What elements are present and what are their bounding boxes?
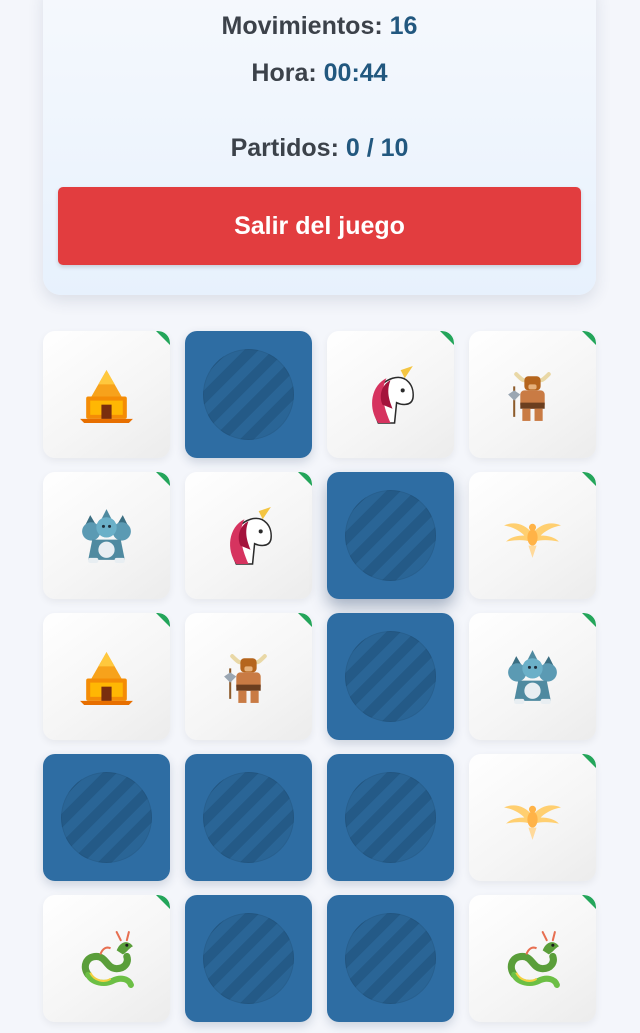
phoenix-icon: [504, 805, 561, 840]
revealed-card: [43, 472, 170, 599]
revealed-card: [327, 331, 454, 458]
sphinx-icon: [80, 370, 133, 423]
hidden-card[interactable]: [43, 754, 170, 881]
matched-marker: [582, 895, 596, 909]
matched-marker: [298, 472, 312, 486]
card-grid: [0, 0, 640, 1033]
card-back-icon: [61, 772, 152, 863]
revealed-card: [469, 331, 596, 458]
card-back-icon: [345, 772, 436, 863]
card-back-icon: [203, 772, 294, 863]
minotaur-icon: [508, 372, 551, 421]
hidden-card[interactable]: [327, 613, 454, 740]
hidden-card[interactable]: [327, 754, 454, 881]
matched-marker: [156, 613, 170, 627]
matched-marker: [156, 472, 170, 486]
revealed-card: [469, 895, 596, 1022]
sphinx-icon: [80, 652, 133, 705]
cerberus-icon: [82, 509, 131, 563]
matched-marker: [156, 331, 170, 345]
card-back-icon: [345, 490, 436, 581]
revealed-card: [43, 895, 170, 1022]
revealed-card: [185, 613, 312, 740]
dragon-icon: [507, 931, 560, 988]
minotaur-icon: [224, 654, 267, 703]
hidden-card[interactable]: [185, 754, 312, 881]
unicorn-icon: [230, 507, 272, 565]
hidden-card[interactable]: [185, 331, 312, 458]
hidden-card[interactable]: [327, 472, 454, 599]
card-back-icon: [203, 913, 294, 1004]
revealed-card: [185, 472, 312, 599]
card-back-icon: [345, 913, 436, 1004]
matched-marker: [582, 331, 596, 345]
revealed-card: [469, 754, 596, 881]
matched-marker: [440, 331, 454, 345]
hidden-card[interactable]: [327, 895, 454, 1022]
unicorn-icon: [372, 366, 414, 424]
matched-marker: [156, 895, 170, 909]
card-back-icon: [345, 631, 436, 722]
card-back-icon: [203, 349, 294, 440]
matched-marker: [298, 613, 312, 627]
phoenix-icon: [504, 523, 561, 558]
matched-marker: [582, 472, 596, 486]
matched-marker: [582, 613, 596, 627]
hidden-card[interactable]: [185, 895, 312, 1022]
revealed-card: [43, 331, 170, 458]
revealed-card: [469, 472, 596, 599]
revealed-card: [469, 613, 596, 740]
matched-marker: [582, 754, 596, 768]
revealed-card: [43, 613, 170, 740]
cerberus-icon: [508, 650, 557, 704]
dragon-icon: [81, 931, 134, 988]
